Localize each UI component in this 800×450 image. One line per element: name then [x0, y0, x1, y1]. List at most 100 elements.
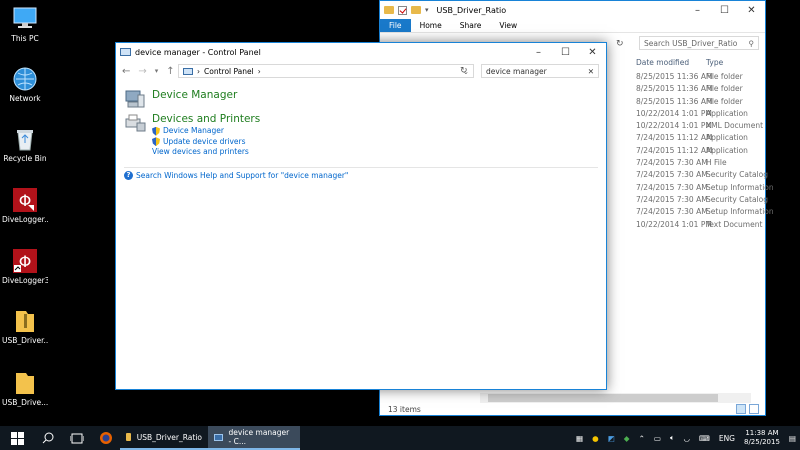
new-folder-icon[interactable]	[411, 6, 421, 14]
file-row[interactable]: 7/24/2015 7:30 AM Security Catalog	[635, 194, 768, 206]
up-arrow-icon[interactable]: ↑	[166, 66, 174, 77]
file-row[interactable]: 10/22/2014 1:01 PM Application	[635, 108, 765, 120]
scrollbar-thumb[interactable]	[488, 394, 718, 402]
file-row[interactable]: 8/25/2015 11:36 AM File folder	[635, 83, 765, 95]
maximize-button[interactable]: ☐	[552, 47, 579, 58]
file-row[interactable]: 8/25/2015 11:36 AM File folder	[635, 96, 765, 108]
file-row[interactable]: 7/24/2015 7:30 AM Setup Information	[635, 182, 774, 194]
search-button[interactable]	[34, 426, 62, 450]
close-button[interactable]: ✕	[738, 5, 765, 16]
view-devices-and-printers-link[interactable]: View devices and printers	[152, 147, 260, 158]
action-center-icon[interactable]: ▤	[789, 434, 796, 443]
explorer-search-input[interactable]: Search USB_Driver_Ratio ⚲	[639, 36, 759, 50]
refresh-icon[interactable]: ↻	[616, 39, 624, 49]
tab-home[interactable]: Home	[411, 19, 451, 32]
update-device-drivers-link[interactable]: Update device drivers	[152, 137, 260, 148]
device-manager-link[interactable]: Device Manager	[152, 126, 260, 137]
control-panel-titlebar[interactable]: device manager - Control Panel – ☐ ✕	[116, 43, 606, 61]
desktop-icon-network[interactable]: Network	[2, 66, 48, 103]
desktop-icon-usb-driver-folder[interactable]: USB_Drive...	[2, 370, 48, 407]
battery-icon[interactable]: ▭	[654, 434, 661, 443]
clock[interactable]: 11:38 AM 8/25/2015	[744, 429, 780, 447]
zip-folder-icon	[12, 308, 38, 334]
clear-search-icon[interactable]: ✕	[588, 67, 594, 76]
task-view-button[interactable]	[62, 426, 92, 450]
keyboard-icon[interactable]: ⌨	[699, 434, 710, 443]
file-row[interactable]: 7/24/2015 7:30 AM H File	[635, 157, 765, 169]
norton-icon[interactable]: ●	[592, 434, 599, 443]
windows-logo-icon	[10, 431, 24, 445]
link-label[interactable]: Update device drivers	[163, 137, 246, 148]
desktop-icon-recycle-bin[interactable]: Recycle Bin	[2, 126, 48, 163]
taskbar-app-control-panel[interactable]: device manager - C...	[208, 426, 300, 450]
language-indicator[interactable]: ENG	[719, 434, 735, 443]
link-label[interactable]: View devices and printers	[152, 147, 249, 158]
volume-icon[interactable]: 🔈︎	[670, 433, 675, 443]
task-view-icon	[70, 433, 84, 443]
minimize-button[interactable]: –	[525, 47, 552, 58]
file-row[interactable]: 7/24/2015 11:12 AM Application	[635, 132, 765, 144]
file-row[interactable]: 7/24/2015 7:30 AM Security Catalog	[635, 169, 768, 181]
taskbar-app-explorer[interactable]: USB_Driver_Ratio	[120, 426, 208, 450]
help-icon: ?	[124, 171, 133, 180]
details-view-button[interactable]	[736, 404, 746, 414]
file-date: 8/25/2015 11:36 AM	[636, 84, 713, 94]
refresh-icon[interactable]: ↻	[460, 66, 468, 76]
file-type: Application	[706, 145, 748, 155]
file-type: H File	[706, 158, 727, 168]
control-panel-icon	[214, 433, 223, 441]
breadcrumb[interactable]: Control Panel	[204, 67, 254, 76]
network-tray-icon[interactable]: ◡	[683, 434, 690, 443]
file-type: File folder	[706, 84, 743, 94]
help-link-label[interactable]: Search Windows Help and Support for "dev…	[136, 171, 348, 180]
file-type: Application	[706, 108, 748, 118]
file-date: 8/25/2015 11:36 AM	[636, 96, 713, 106]
file-row[interactable]: 10/22/2014 1:01 PM XML Document	[635, 120, 765, 132]
column-type[interactable]: Type	[706, 58, 723, 67]
file-type: Setup Information	[706, 207, 774, 217]
shield-tray-icon[interactable]: ◆	[624, 434, 630, 443]
forward-arrow-icon[interactable]: →	[138, 66, 146, 77]
control-panel-search-input[interactable]: device manager ✕	[481, 64, 599, 78]
devices-and-printers-heading[interactable]: Devices and Printers	[152, 113, 260, 126]
app-tray-icon[interactable]: ◩	[608, 434, 615, 443]
maximize-button[interactable]: ☐	[711, 5, 738, 16]
file-row[interactable]: 8/25/2015 11:36 AM File folder	[635, 71, 765, 83]
control-panel-address-bar[interactable]: › Control Panel › ⌄	[178, 64, 474, 78]
explorer-titlebar[interactable]: ▾ USB_Driver_Ratio – ☐ ✕	[380, 1, 765, 19]
desktop-icon-usb-driver-zip[interactable]: USB_Driver...	[2, 308, 48, 345]
desktop-icon-divelogger3[interactable]: Φ DiveLogger3	[2, 248, 48, 285]
file-row[interactable]: 7/24/2015 11:12 AM Application	[635, 145, 765, 157]
show-hidden-icons-icon[interactable]: ⌃	[639, 434, 645, 443]
file-date: 7/24/2015 7:30 AM	[636, 170, 708, 180]
tab-file[interactable]: File	[380, 19, 411, 32]
help-search-link[interactable]: ? Search Windows Help and Support for "d…	[124, 171, 348, 180]
minimize-button[interactable]: –	[684, 5, 711, 16]
taskbar: USB_Driver_Ratio device manager - C... ▦…	[0, 426, 800, 450]
horizontal-scrollbar[interactable]	[480, 393, 751, 403]
file-row[interactable]: 7/24/2015 7:30 AM Setup Information	[635, 206, 774, 218]
link-label[interactable]: Device Manager	[163, 126, 224, 137]
large-icons-view-button[interactable]	[749, 404, 759, 414]
desktop-icon-divelogger[interactable]: Φ DiveLogger...	[2, 187, 48, 224]
file-date: 10/22/2014 1:01 PM	[636, 108, 712, 118]
tab-view[interactable]: View	[490, 19, 526, 32]
close-button[interactable]: ✕	[579, 47, 606, 58]
result-device-manager: Device Manager	[124, 89, 598, 108]
desktop-icon-label: USB_Drive...	[2, 398, 48, 407]
svg-text:Φ: Φ	[19, 191, 32, 210]
chevron-down-icon[interactable]: ▾	[425, 6, 429, 14]
file-type: File folder	[706, 96, 743, 106]
back-arrow-icon[interactable]: ←	[122, 66, 130, 77]
firefox-taskbar-button[interactable]	[92, 426, 120, 450]
recent-locations-icon[interactable]: ▾	[155, 67, 159, 75]
file-row[interactable]: 10/22/2014 1:01 PM Text Document	[635, 219, 765, 231]
tab-share[interactable]: Share	[451, 19, 491, 32]
column-date-modified[interactable]: Date modified	[636, 58, 689, 67]
start-button[interactable]	[0, 426, 34, 450]
file-type: File folder	[706, 72, 743, 81]
desktop-icon-this-pc[interactable]: This PC	[2, 6, 48, 43]
properties-icon[interactable]	[398, 5, 407, 15]
calculator-icon[interactable]: ▦	[576, 434, 583, 443]
device-manager-heading[interactable]: Device Manager	[152, 89, 237, 102]
